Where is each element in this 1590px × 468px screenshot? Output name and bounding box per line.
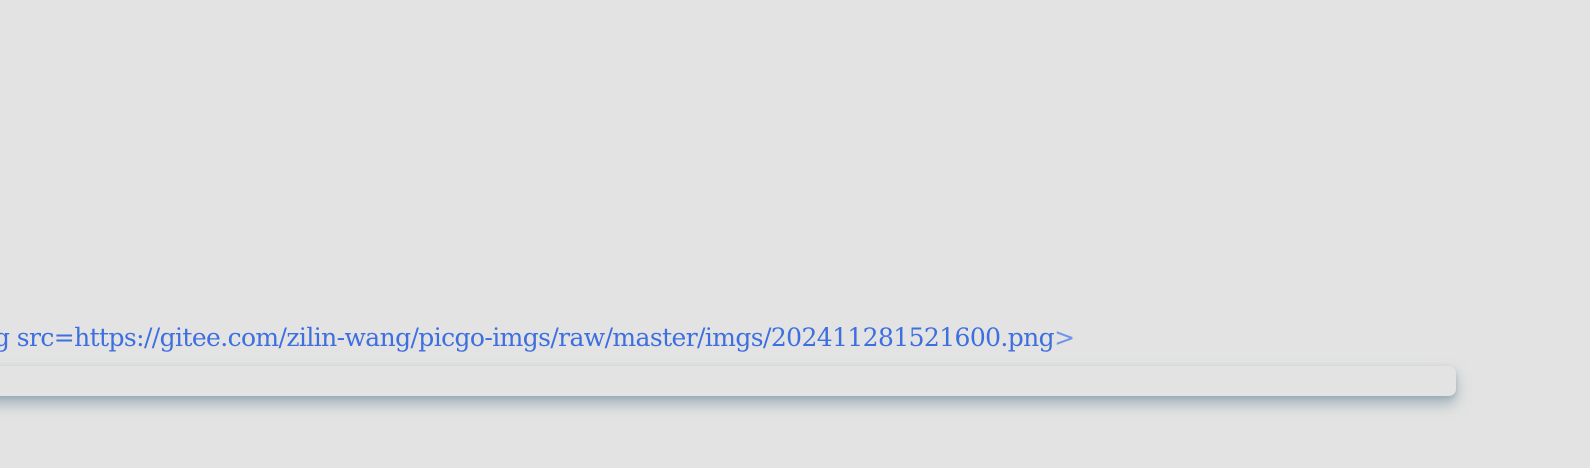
code-prefix: g src=: [0, 323, 75, 352]
editor-viewport: g src=https://gitee.com/zilin-wang/picgo…: [0, 0, 1590, 468]
code-line: g src=https://gitee.com/zilin-wang/picgo…: [0, 322, 1075, 354]
horizontal-scrollbar[interactable]: [0, 366, 1456, 396]
image-url-link[interactable]: https://gitee.com/zilin-wang/picgo-imgs/…: [74, 323, 1055, 352]
code-suffix: >: [1054, 323, 1075, 352]
